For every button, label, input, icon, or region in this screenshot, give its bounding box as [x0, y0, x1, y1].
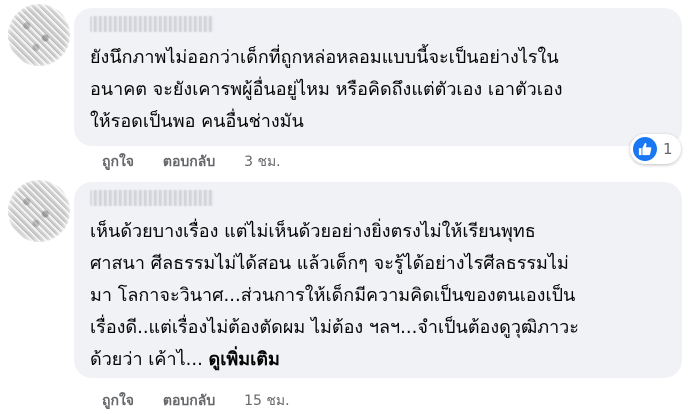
- see-more-link[interactable]: ดูเพิ่มเติม: [209, 349, 280, 370]
- reply-button[interactable]: ตอบกลับ: [163, 151, 215, 173]
- avatar[interactable]: [8, 4, 70, 66]
- like-icon: [633, 137, 657, 161]
- comment-body: เห็นด้วยบางเรื่อง แต่ไม่เห็นด้วยอย่างยิ่…: [90, 221, 579, 370]
- comment-actions: ถูกใจ ตอบกลับ 3 ชม.: [102, 151, 305, 173]
- commenter-name-redacted[interactable]: [90, 190, 214, 206]
- reaction-summary[interactable]: 1: [630, 134, 681, 164]
- reaction-count: 1: [663, 140, 673, 158]
- comment-text: ยังนึกภาพไม่ออกว่าเด็กที่ถูกหล่อหลอมแบบน…: [90, 47, 563, 132]
- timestamp[interactable]: 15 ชม.: [244, 390, 289, 412]
- comment-bubble: ยังนึกภาพไม่ออกว่าเด็กที่ถูกหล่อหลอมแบบน…: [74, 8, 682, 146]
- avatar[interactable]: [8, 180, 70, 242]
- reply-button[interactable]: ตอบกลับ: [163, 390, 215, 412]
- comment-bubble: เห็นด้วยบางเรื่อง แต่ไม่เห็นด้วยอย่างยิ่…: [74, 182, 682, 378]
- commenter-name-redacted[interactable]: [90, 16, 214, 32]
- comment-text: เห็นด้วยบางเรื่อง แต่ไม่เห็นด้วยอย่างยิ่…: [90, 216, 668, 376]
- like-button[interactable]: ถูกใจ: [102, 151, 134, 173]
- like-button[interactable]: ถูกใจ: [102, 390, 134, 412]
- timestamp[interactable]: 3 ชม.: [244, 151, 281, 173]
- comment-actions: ถูกใจ ตอบกลับ 15 ชม.: [102, 390, 314, 412]
